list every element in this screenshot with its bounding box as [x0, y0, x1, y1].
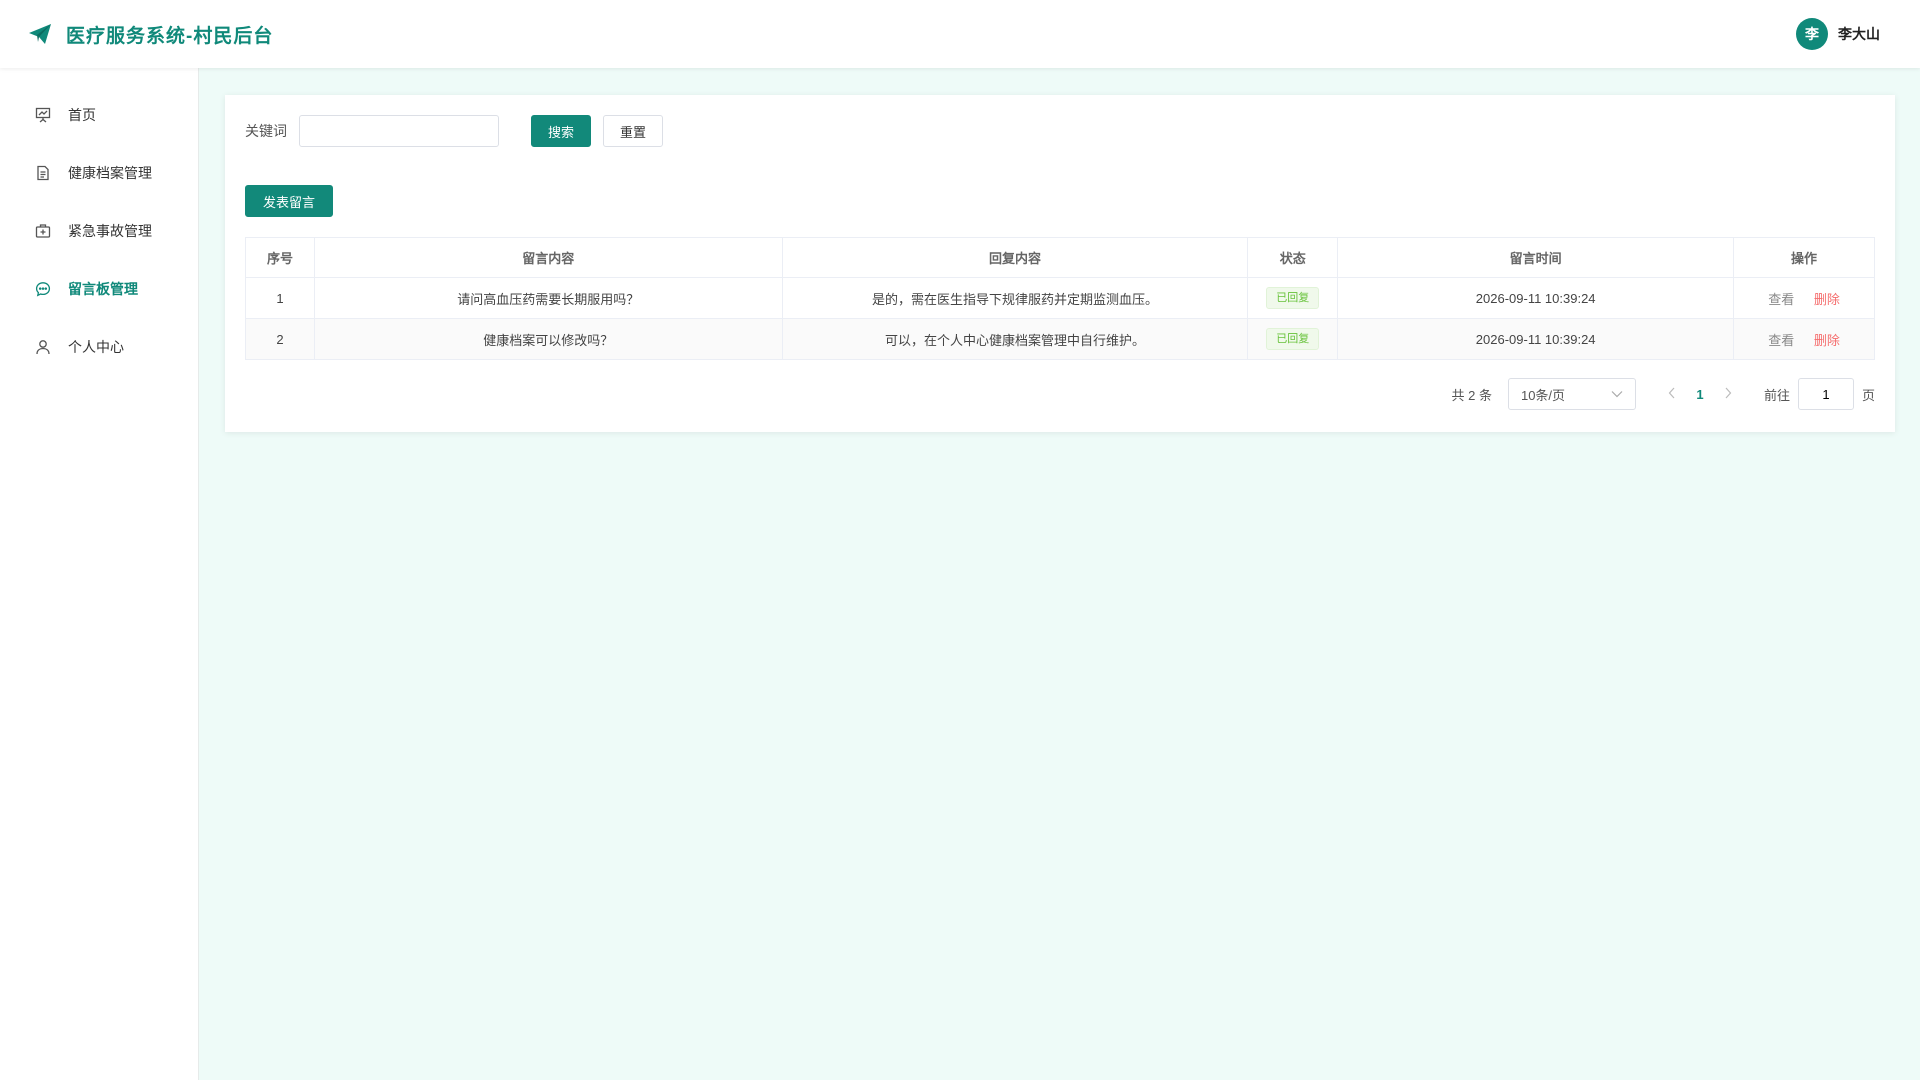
cell-content: 请问高血压药需要长期服用吗？ — [313, 277, 783, 319]
sidebar-item-profile[interactable]: 个人中心 — [0, 318, 198, 376]
column-header-status: 状态 — [1247, 237, 1339, 278]
document-icon — [34, 164, 52, 182]
search-form: 关键词 搜索 重置 — [245, 115, 1875, 147]
view-link[interactable]: 查看 — [1768, 292, 1794, 307]
reset-button[interactable]: 重置 — [603, 115, 663, 147]
paper-plane-icon — [28, 22, 52, 46]
delete-link[interactable]: 删除 — [1814, 333, 1840, 348]
page-number-current[interactable]: 1 — [1686, 387, 1714, 402]
user-menu[interactable]: 李 李大山 — [1796, 18, 1880, 50]
chevron-left-icon — [1668, 387, 1675, 398]
chevron-down-icon — [1611, 387, 1623, 401]
page-size-select[interactable]: 10条/页 — [1507, 378, 1636, 410]
delete-link[interactable]: 删除 — [1814, 292, 1840, 307]
chevron-right-icon — [1725, 387, 1732, 398]
goto-page-input[interactable] — [1797, 378, 1854, 410]
cell-actions: 查看 删除 — [1733, 277, 1875, 319]
total-count: 共 2 条 — [1451, 387, 1492, 403]
presentation-board-icon — [34, 106, 52, 124]
sidebar-item-label: 紧急事故管理 — [68, 223, 152, 239]
next-page-button[interactable] — [1714, 387, 1742, 402]
view-link[interactable]: 查看 — [1768, 333, 1794, 348]
column-header-time: 留言时间 — [1337, 237, 1735, 278]
cell-index: 1 — [245, 277, 315, 319]
first-aid-kit-icon — [34, 222, 52, 240]
cell-reply: 可以，在个人中心健康档案管理中自行维护。 — [781, 318, 1249, 360]
user-icon — [34, 338, 52, 356]
page-size-value: 10条/页 — [1520, 387, 1566, 403]
sidebar-item-label: 留言板管理 — [68, 281, 138, 297]
post-message-button[interactable]: 发表留言 — [245, 185, 333, 217]
avatar[interactable]: 李 — [1796, 18, 1828, 50]
goto-label: 前往 — [1763, 387, 1790, 403]
column-header-reply: 回复内容 — [781, 237, 1249, 278]
column-header-content: 留言内容 — [313, 237, 783, 278]
sidebar-item-home[interactable]: 首页 — [0, 86, 198, 144]
status-badge: 已回复 — [1266, 328, 1320, 350]
keyword-label: 关键词 — [245, 123, 287, 139]
sidebar-item-label: 首页 — [68, 107, 96, 123]
app-title: 医疗服务系统-村民后台 — [66, 25, 274, 47]
keyword-input[interactable] — [299, 115, 499, 147]
table-header-row: 序号 留言内容 回复内容 状态 留言时间 操作 — [245, 237, 1875, 278]
cell-index: 2 — [245, 318, 315, 360]
cell-status: 已回复 — [1247, 277, 1339, 319]
top-header: 医疗服务系统-村民后台 李 李大山 — [0, 0, 1920, 68]
sidebar-item-label: 健康档案管理 — [68, 165, 152, 181]
table-row: 1 请问高血压药需要长期服用吗？ 是的，需在医生指导下规律服药并定期监测血压。 … — [245, 277, 1875, 319]
brand[interactable]: 医疗服务系统-村民后台 — [28, 21, 273, 48]
sidebar-item-emergency[interactable]: 紧急事故管理 — [0, 202, 198, 260]
sidebar-item-message-board[interactable]: 留言板管理 — [0, 260, 198, 318]
chat-bubble-icon — [34, 280, 52, 298]
username[interactable]: 李大山 — [1838, 24, 1880, 44]
message-table: 序号 留言内容 回复内容 状态 留言时间 操作 1 请问高血压药需要长期服用吗？… — [245, 237, 1875, 360]
cell-status: 已回复 — [1247, 318, 1339, 360]
column-header-index: 序号 — [245, 237, 315, 278]
sidebar-item-label: 个人中心 — [68, 339, 124, 355]
search-button[interactable]: 搜索 — [531, 115, 591, 147]
sidebar-item-health-records[interactable]: 健康档案管理 — [0, 144, 198, 202]
page-suffix: 页 — [1861, 387, 1875, 403]
cell-time: 2026-09-11 10:39:24 — [1337, 277, 1735, 319]
cell-actions: 查看 删除 — [1733, 318, 1875, 360]
pagination: 共 2 条 10条/页 1 前往 页 — [1451, 378, 1875, 410]
cell-reply: 是的，需在医生指导下规律服药并定期监测血压。 — [781, 277, 1249, 319]
main-card: 关键词 搜索 重置 发表留言 序号 留言内容 回复内容 状态 留言时间 操作 1… — [225, 95, 1895, 432]
prev-page-button[interactable] — [1658, 387, 1686, 402]
table-row: 2 健康档案可以修改吗？ 可以，在个人中心健康档案管理中自行维护。 已回复 20… — [245, 318, 1875, 360]
sidebar: 首页 健康档案管理 紧急事故管理 留言板管理 个人中心 — [0, 68, 199, 1080]
cell-content: 健康档案可以修改吗？ — [313, 318, 783, 360]
column-header-actions: 操作 — [1733, 237, 1875, 278]
status-badge: 已回复 — [1266, 287, 1320, 309]
cell-time: 2026-09-11 10:39:24 — [1337, 318, 1735, 360]
